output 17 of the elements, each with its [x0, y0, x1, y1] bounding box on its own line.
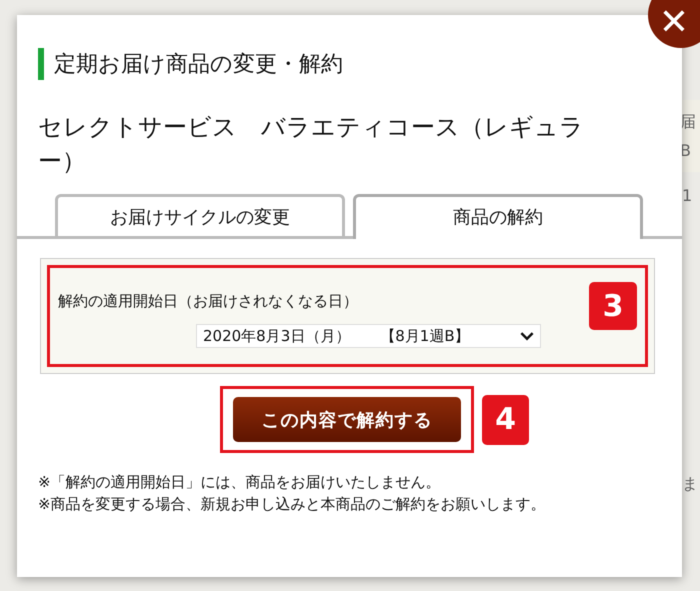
- date-select[interactable]: 2020年8月3日（月） 【8月1週B】: [196, 324, 541, 348]
- note-text: ※「解約の適用開始日」には、商品をお届けいたしません。: [38, 472, 442, 493]
- cancel-button[interactable]: この内容で解約する: [233, 397, 461, 442]
- background-text: 1: [682, 186, 694, 205]
- field-label: 解約の適用開始日（お届けされなくなる日）: [58, 292, 358, 311]
- note-text: ※商品を変更する場合、新規お申し込みと本商品のご解約をお願いします。: [38, 494, 547, 515]
- step-badge: 4: [482, 394, 529, 444]
- dialog-title: 定期お届け商品の変更・解約: [54, 51, 343, 79]
- background-text: 届: [680, 112, 697, 133]
- tab[interactable]: 商品の解約: [353, 194, 643, 239]
- tab[interactable]: お届けサイクルの変更: [55, 194, 345, 236]
- background-text: ま: [682, 474, 699, 495]
- chevron-icon: [520, 332, 534, 340]
- product-name: セレクトサービス バラエティコース（レギュラー）: [38, 112, 585, 177]
- title-accent: [38, 48, 44, 80]
- step-badge: 3: [589, 282, 637, 330]
- close-button[interactable]: ✕: [648, 0, 700, 48]
